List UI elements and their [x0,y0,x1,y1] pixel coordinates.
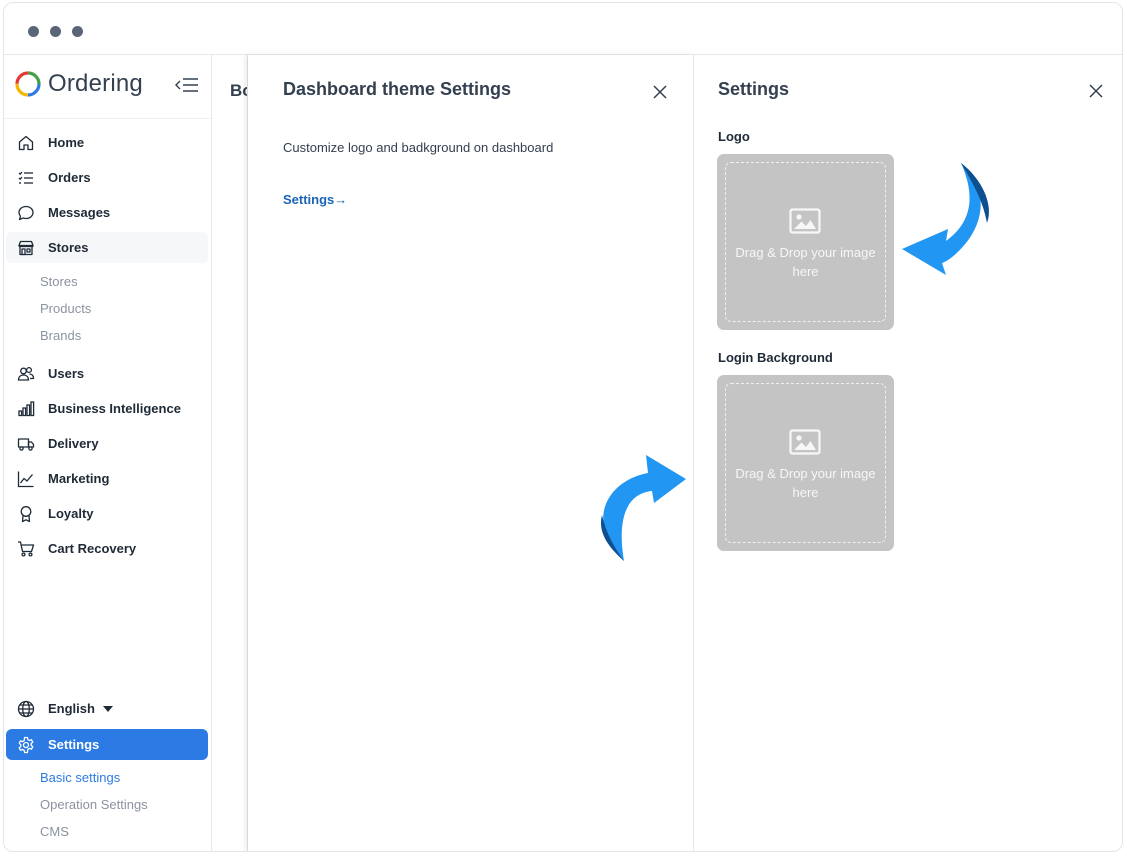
collapse-sidebar-icon[interactable] [172,75,200,95]
chat-bubble-icon [16,203,36,223]
language-label: English [48,701,95,716]
sidebar-subitem-operation-settings[interactable]: Operation Settings [40,797,148,812]
truck-icon [16,434,36,454]
language-selector[interactable]: English [6,693,208,724]
sidebar-item-delivery[interactable]: Delivery [6,428,208,459]
sidebar-item-label: Loyalty [48,506,94,521]
window-titlebar [4,3,1122,55]
background-page: Bo [213,55,248,851]
sidebar-item-settings[interactable]: Settings [6,729,208,760]
sidebar-item-home[interactable]: Home [6,127,208,158]
settings-link-label: Settings [283,192,335,207]
annotation-arrow-logo-icon [902,163,990,275]
image-icon [789,429,821,455]
annotation-arrow-login-background-icon [600,455,686,561]
panel-description: Customize logo and badkground on dashboa… [283,140,554,155]
sidebar-subitem-products[interactable]: Products [40,301,91,316]
sidebar-item-stores[interactable]: Stores [6,232,208,263]
window-dot-1 [28,26,39,37]
dropzone-text: Drag & Drop your image here [735,245,876,279]
sidebar-item-label: Settings [48,737,100,752]
sidebar-item-messages[interactable]: Messages [6,197,208,228]
sidebar-item-users[interactable]: Users [6,358,208,389]
panel-title: Dashboard theme Settings [283,79,512,99]
ordering-logo-icon [15,71,41,97]
image-icon [789,208,821,234]
sidebar-item-label: Home [48,135,85,150]
cart-icon [16,539,36,559]
sidebar-item-label: Cart Recovery [48,541,137,556]
dropzone-border [725,162,886,322]
users-icon [16,364,36,384]
sidebar: Ordering Home Orders Messages Stores Sto… [4,55,212,851]
sidebar-item-label: Delivery [48,436,99,451]
app-window: Ordering Home Orders Messages Stores Sto… [3,2,1123,852]
login-background-label: Login Background [718,350,833,365]
sidebar-item-label: Marketing [48,471,110,486]
sidebar-item-label: Messages [48,205,111,220]
close-icon[interactable] [1087,82,1105,100]
sidebar-item-label: Orders [48,170,91,185]
list-icon [16,168,36,188]
sidebar-item-cart-recovery[interactable]: Cart Recovery [6,533,208,564]
bar-chart-icon [16,399,36,419]
sidebar-subitem-stores[interactable]: Stores [40,274,78,289]
sidebar-item-label: Stores [48,240,89,255]
store-icon [16,238,36,258]
logo-dropzone[interactable]: Drag & Drop your image here [717,154,894,330]
sidebar-subitem-basic-settings[interactable]: Basic settings [40,770,120,785]
close-icon[interactable] [651,83,669,101]
caret-down-icon [102,705,113,712]
award-icon [16,504,36,524]
brand-name: Ordering [48,70,143,97]
sidebar-subitem-cms[interactable]: CMS [40,824,69,839]
background-page-title: Bo [230,81,247,100]
sidebar-item-business-intelligence[interactable]: Business Intelligence [6,393,208,424]
dropzone-border [725,383,886,543]
login-background-dropzone[interactable]: Drag & Drop your image here [717,375,894,551]
sidebar-divider [4,118,211,119]
line-chart-icon [16,469,36,489]
sidebar-item-marketing[interactable]: Marketing [6,463,208,494]
window-dot-2 [50,26,61,37]
brand-logo[interactable]: Ordering [14,67,143,101]
home-icon [16,133,36,153]
sidebar-subitem-brands[interactable]: Brands [40,328,81,343]
sidebar-item-loyalty[interactable]: Loyalty [6,498,208,529]
settings-panel-title: Settings [718,79,790,99]
sidebar-item-orders[interactable]: Orders [6,162,208,193]
sidebar-item-label: Business Intelligence [48,401,181,416]
sidebar-item-label: Users [48,366,85,381]
settings-link[interactable]: Settings→ [283,192,347,207]
globe-icon [16,699,36,719]
dropzone-text: Drag & Drop your image here [735,466,876,500]
window-dot-3 [72,26,83,37]
gear-icon [16,735,36,755]
arrow-right-icon: → [334,192,348,207]
logo-label: Logo [718,129,750,144]
